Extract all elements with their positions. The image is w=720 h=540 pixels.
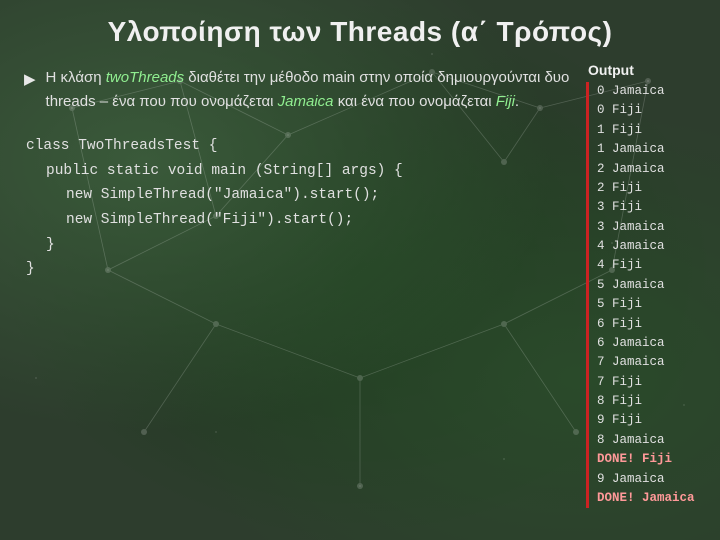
output-line-5: 2 Fiji xyxy=(597,179,708,198)
output-line-15: 7 Fiji xyxy=(597,373,708,392)
output-panel: Output 0 Jamaica0 Fiji1 Fiji1 Jamaica2 J… xyxy=(582,60,712,532)
thread2-highlight: Fiji xyxy=(496,93,515,110)
output-line-8: 4 Jamaica xyxy=(597,237,708,256)
main-area: ▶ Η κλάση twoThreads διαθέτει την μέθοδο… xyxy=(0,56,720,540)
code-line-3: new SimpleThread("Jamaica").start(); xyxy=(26,183,574,208)
output-line-2: 1 Fiji xyxy=(597,121,708,140)
output-line-1: 0 Fiji xyxy=(597,101,708,120)
code-line-2: public static void main (String[] args) … xyxy=(26,159,574,184)
code-line-4: new SimpleThread("Fiji").start(); xyxy=(26,208,574,233)
output-line-0: 0 Jamaica xyxy=(597,82,708,101)
thread1-highlight: Jamaica xyxy=(278,93,334,110)
output-line-14: 7 Jamaica xyxy=(597,353,708,372)
code-line-1: class TwoThreadsTest { xyxy=(26,134,574,159)
output-line-13: 6 Jamaica xyxy=(597,334,708,353)
output-line-6: 3 Fiji xyxy=(597,198,708,217)
output-line-12: 6 Fiji xyxy=(597,315,708,334)
description-block: ▶ Η κλάση twoThreads διαθέτει την μέθοδο… xyxy=(20,66,574,114)
output-line-16: 8 Fiji xyxy=(597,392,708,411)
description-text: Η κλάση twoThreads διαθέτει την μέθοδο m… xyxy=(46,66,574,114)
output-line-19: DONE! Fiji xyxy=(597,450,708,469)
output-line-18: 8 Jamaica xyxy=(597,431,708,450)
class-name-highlight: twoThreads xyxy=(106,69,184,86)
content-wrapper: Υλοποίηση των Threads (α΄ Τρόπος) ▶ Η κλ… xyxy=(0,0,720,540)
code-block: class TwoThreadsTest { public static voi… xyxy=(20,134,574,282)
page-title: Υλοποίηση των Threads (α΄ Τρόπος) xyxy=(108,16,613,47)
code-line-6: } xyxy=(26,257,574,282)
output-line-20: 9 Jamaica xyxy=(597,470,708,489)
output-line-3: 1 Jamaica xyxy=(597,140,708,159)
output-line-21: DONE! Jamaica xyxy=(597,489,708,508)
output-line-9: 4 Fiji xyxy=(597,256,708,275)
code-line-5: } xyxy=(26,233,574,258)
title-bar: Υλοποίηση των Threads (α΄ Τρόπος) xyxy=(0,0,720,56)
output-line-7: 3 Jamaica xyxy=(597,218,708,237)
bullet-icon: ▶ xyxy=(24,68,36,91)
left-panel: ▶ Η κλάση twoThreads διαθέτει την μέθοδο… xyxy=(8,60,582,532)
output-header: Output xyxy=(586,62,708,78)
output-line-11: 5 Fiji xyxy=(597,295,708,314)
output-line-10: 5 Jamaica xyxy=(597,276,708,295)
output-line-17: 9 Fiji xyxy=(597,411,708,430)
output-container: 0 Jamaica0 Fiji1 Fiji1 Jamaica2 Jamaica2… xyxy=(586,82,708,508)
output-line-4: 2 Jamaica xyxy=(597,160,708,179)
